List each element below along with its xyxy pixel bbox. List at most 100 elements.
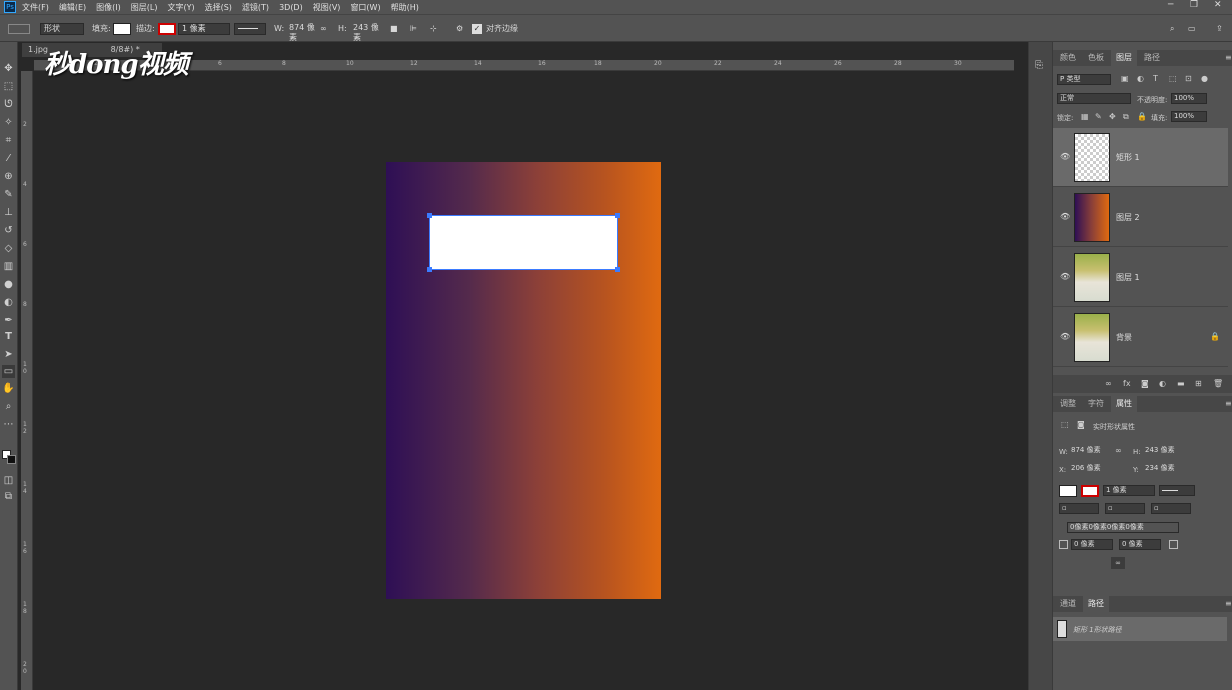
shape-tool-preset-icon[interactable] xyxy=(8,24,30,34)
delete-layer-icon[interactable]: 🗑 xyxy=(1213,379,1223,388)
filter-pixel-icon[interactable]: ▣ xyxy=(1121,74,1129,83)
menu-file[interactable]: 文件(F) xyxy=(22,2,49,13)
filter-toggle-icon[interactable]: ● xyxy=(1201,74,1208,83)
tab-paths[interactable]: 路径 xyxy=(1083,596,1109,612)
healing-brush-tool-icon[interactable]: ⊕ xyxy=(2,170,15,183)
layer-row[interactable]: 👁 图层 2 xyxy=(1053,188,1228,247)
blend-mode-select[interactable]: 正常 xyxy=(1057,93,1131,104)
height-input[interactable]: 243 像素 xyxy=(350,23,384,42)
restore-button[interactable]: ❐ xyxy=(1190,0,1198,10)
eye-icon[interactable]: 👁 xyxy=(1060,212,1070,221)
panel-menu-icon[interactable]: ≡ xyxy=(1225,599,1232,608)
prop-w-input[interactable]: 874 像素 xyxy=(1069,446,1107,457)
history-panel-icon[interactable]: ⎘ xyxy=(1035,60,1043,71)
lock-artboard-icon[interactable]: ⧉ xyxy=(1123,112,1129,122)
add-mask-icon[interactable]: ◙ xyxy=(1141,379,1149,388)
pen-tool-icon[interactable]: ✒ xyxy=(2,314,15,327)
eye-icon[interactable]: 👁 xyxy=(1060,272,1070,281)
corner-link-button[interactable]: ∞ xyxy=(1111,557,1125,569)
corner-radius-b-input[interactable]: 0 像素 xyxy=(1119,539,1161,550)
menu-type[interactable]: 文字(Y) xyxy=(167,2,194,13)
width-input[interactable]: 874 像素 xyxy=(286,23,318,42)
stroke-caps-select[interactable]: ▫ xyxy=(1105,503,1145,514)
hand-tool-icon[interactable]: ✋ xyxy=(2,382,15,395)
filter-shape-icon[interactable]: ⬚ xyxy=(1169,74,1177,83)
menu-filter[interactable]: 滤镜(T) xyxy=(242,2,269,13)
align-edges-checkbox[interactable]: ✓ xyxy=(472,24,482,34)
gradient-tool-icon[interactable]: ▥ xyxy=(2,260,15,273)
clone-stamp-tool-icon[interactable]: ⊥ xyxy=(2,206,15,219)
gear-icon[interactable]: ⚙ xyxy=(456,22,463,36)
filter-type-icon[interactable]: T xyxy=(1153,74,1158,83)
stroke-corners-select[interactable]: ▫ xyxy=(1151,503,1191,514)
opacity-input[interactable]: 100% xyxy=(1171,93,1207,104)
new-group-icon[interactable]: ▬ xyxy=(1177,379,1185,388)
tab-channels[interactable]: 通道 xyxy=(1055,596,1081,612)
path-selection-tool-icon[interactable]: ➤ xyxy=(2,348,15,361)
rectangle-tool-icon[interactable]: ▭ xyxy=(2,365,15,378)
filter-adjustment-icon[interactable]: ◐ xyxy=(1137,74,1144,83)
workspace-icon[interactable]: ▭ xyxy=(1188,22,1196,36)
panel-menu-icon[interactable]: ≡ xyxy=(1225,53,1232,62)
history-brush-tool-icon[interactable]: ↺ xyxy=(2,224,15,237)
type-tool-icon[interactable]: T xyxy=(2,330,15,343)
transform-handle[interactable] xyxy=(615,213,620,218)
prop-stroke-swatch[interactable] xyxy=(1081,485,1099,497)
dodge-tool-icon[interactable]: ◐ xyxy=(2,296,15,309)
prop-stroke-width-input[interactable]: 1 像素 xyxy=(1103,485,1155,496)
eye-icon[interactable]: 👁 xyxy=(1060,332,1070,341)
lock-image-icon[interactable]: ✎ xyxy=(1095,112,1102,121)
search-icon[interactable]: ⌕ xyxy=(1170,22,1174,36)
corner-radius-a-input[interactable]: 0 像素 xyxy=(1071,539,1113,550)
lock-position-icon[interactable]: ✥ xyxy=(1109,112,1116,121)
minimize-button[interactable]: ─ xyxy=(1168,0,1173,10)
close-button[interactable]: ✕ xyxy=(1214,0,1222,10)
menu-edit[interactable]: 编辑(E) xyxy=(59,2,86,13)
layer-row[interactable]: 👁 矩形 1 xyxy=(1053,128,1228,187)
prop-stroke-type-select[interactable] xyxy=(1159,485,1195,496)
screen-mode-icon[interactable]: ⧉ xyxy=(2,490,15,503)
corner-checkbox[interactable] xyxy=(1169,540,1178,549)
menu-layer[interactable]: 图层(L) xyxy=(131,2,158,13)
stroke-color-swatch[interactable] xyxy=(158,23,176,35)
layer-style-icon[interactable]: fx xyxy=(1123,379,1131,388)
mask-properties-icon[interactable]: ◙ xyxy=(1077,420,1085,429)
eye-icon[interactable]: 👁 xyxy=(1060,152,1070,161)
prop-fill-swatch[interactable] xyxy=(1059,485,1077,497)
tab-layers[interactable]: 图层 xyxy=(1111,50,1137,66)
prop-y-input[interactable]: 234 像素 xyxy=(1143,464,1181,475)
path-arrangement-icon[interactable]: ⊹ xyxy=(430,22,437,36)
adjustment-layer-icon[interactable]: ◐ xyxy=(1159,379,1166,388)
transform-handle[interactable] xyxy=(427,267,432,272)
eyedropper-tool-icon[interactable]: ⁄ xyxy=(2,152,15,165)
link-icon[interactable]: ∞ xyxy=(1115,446,1122,455)
tab-properties[interactable]: 属性 xyxy=(1111,396,1137,412)
panel-menu-icon[interactable]: ≡ xyxy=(1225,399,1232,408)
corner-radius-all-input[interactable]: 0像素0像素0像素0像素 xyxy=(1067,522,1179,533)
rectangle-shape[interactable] xyxy=(427,213,620,272)
quick-mask-icon[interactable]: ◫ xyxy=(2,474,15,487)
transform-handle[interactable] xyxy=(615,267,620,272)
menu-3d[interactable]: 3D(D) xyxy=(279,3,303,12)
prop-x-input[interactable]: 206 像素 xyxy=(1069,464,1107,475)
layer-row[interactable]: 👁 图层 1 xyxy=(1053,248,1228,307)
stroke-width-input[interactable]: 1 像素 xyxy=(178,23,230,35)
stroke-align-select[interactable]: ▫ xyxy=(1059,503,1099,514)
new-layer-icon[interactable]: ⊞ xyxy=(1195,379,1202,388)
tab-color[interactable]: 颜色 xyxy=(1055,50,1081,66)
more-tools-icon[interactable]: ⋯ xyxy=(2,418,15,431)
blur-tool-icon[interactable]: ● xyxy=(2,278,15,291)
layer-row[interactable]: 👁 背景 🔒 xyxy=(1053,308,1228,367)
move-tool-icon[interactable]: ✥ xyxy=(2,62,15,75)
crop-tool-icon[interactable]: ⌗ xyxy=(2,134,15,147)
marquee-tool-icon[interactable]: ⬚ xyxy=(2,80,15,93)
transform-handle[interactable] xyxy=(427,213,432,218)
fill-input[interactable]: 100% xyxy=(1171,111,1207,122)
tab-character[interactable]: 字符 xyxy=(1083,396,1109,412)
lock-all-icon[interactable]: 🔒 xyxy=(1137,112,1147,121)
tool-mode-select[interactable]: 形状 xyxy=(40,23,84,35)
stroke-type-select[interactable] xyxy=(234,23,266,35)
link-icon[interactable]: ∞ xyxy=(320,22,327,36)
menu-select[interactable]: 选择(S) xyxy=(205,2,232,13)
corner-link-checkbox[interactable] xyxy=(1059,540,1068,549)
